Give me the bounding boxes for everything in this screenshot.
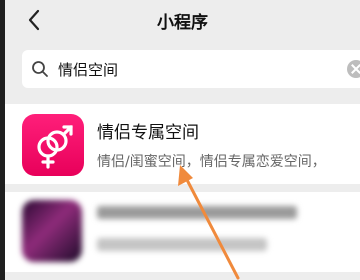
blurred-app-icon: [22, 200, 82, 262]
blurred-app-description: [97, 238, 267, 251]
header: 小程序: [5, 0, 360, 40]
app-icon: [22, 114, 84, 176]
search-bar[interactable]: 情侣空间: [22, 50, 360, 88]
page-title: 小程序: [157, 13, 208, 33]
result-item[interactable]: 情侣专属空间 情侣/闺蜜空间，情侣专属恋爱空间，: [5, 104, 360, 184]
blurred-app-name: [97, 206, 297, 219]
result-item-blurred[interactable]: [5, 192, 360, 272]
search-input[interactable]: 情侣空间: [58, 59, 118, 80]
app-name: 情侣专属空间: [97, 123, 199, 143]
gender-symbols-icon: [37, 125, 73, 169]
clear-icon[interactable]: [347, 60, 360, 78]
app-description: 情侣/闺蜜空间，情侣专属恋爱空间，: [97, 154, 326, 170]
search-icon: [32, 61, 48, 77]
